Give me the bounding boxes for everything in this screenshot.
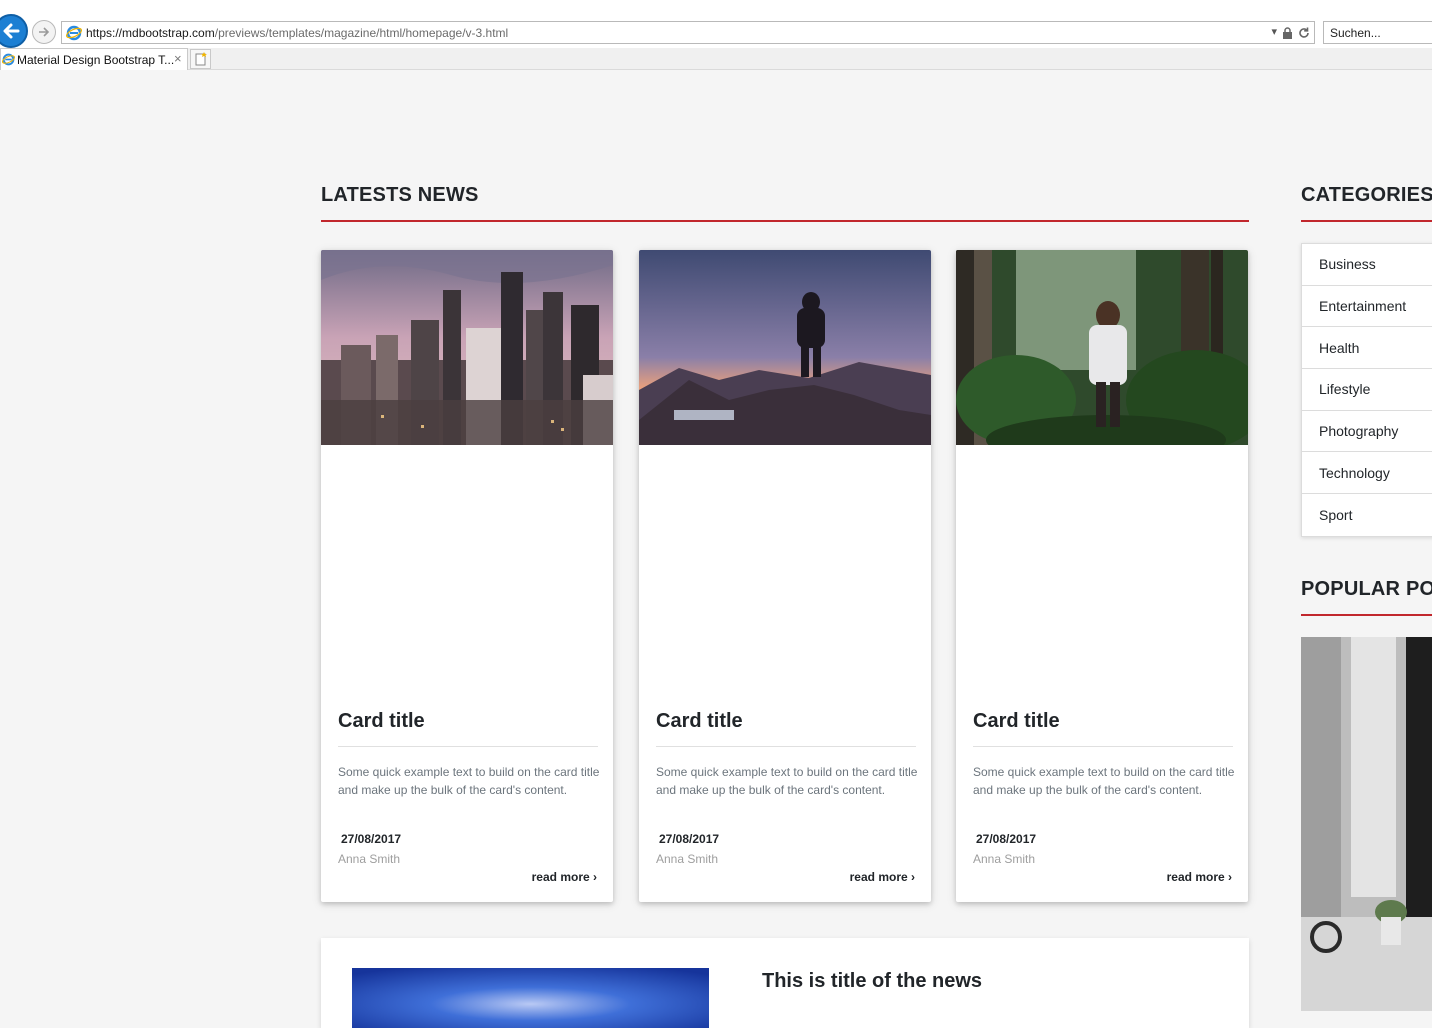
category-item-lifestyle[interactable]: Lifestyle (1302, 369, 1432, 411)
read-more-link[interactable]: read more › (850, 870, 915, 884)
category-item-technology[interactable]: Technology (1302, 452, 1432, 495)
category-item-sport[interactable]: Sport (1302, 494, 1432, 536)
dropdown-icon[interactable]: ▾ (1271, 26, 1277, 39)
news-card-2: Card title Some quick example text to bu… (639, 250, 931, 902)
browser-chrome: https://mdbootstrap.com/previews/templat… (0, 0, 1432, 70)
category-item-health[interactable]: Health (1302, 327, 1432, 370)
arrow-left-icon (3, 23, 20, 39)
card-title: Card title (973, 710, 1060, 732)
card-image-city[interactable] (321, 250, 613, 445)
card-divider (338, 746, 598, 747)
browser-tab-active[interactable]: Material Design Bootstrap T... × (0, 48, 188, 70)
card-date: 27/08/2017 (976, 832, 1037, 846)
browser-search-input[interactable] (1324, 22, 1432, 44)
card-text: Some quick example text to build on the … (338, 765, 600, 797)
new-tab-icon (195, 52, 207, 66)
card-image-mountain[interactable] (639, 250, 931, 445)
card-date: 27/08/2017 (341, 832, 402, 846)
refresh-icon[interactable] (1298, 27, 1310, 39)
ie-tab-icon (2, 53, 15, 66)
card-date: 27/08/2017 (659, 832, 720, 846)
featured-news-image[interactable] (352, 968, 709, 1028)
url-path: /previews/templates/magazine/html/homepa… (214, 26, 509, 40)
category-item-business[interactable]: Business (1302, 244, 1432, 286)
categories-rule (1301, 220, 1432, 222)
address-tools: ▾ (1271, 26, 1310, 39)
card-divider (656, 746, 916, 747)
ie-page-icon (66, 25, 82, 41)
arrow-right-icon (39, 27, 50, 37)
categories-heading: CATEGORIES (1301, 184, 1432, 206)
card-author: Anna Smith (338, 852, 401, 866)
news-card-1: Card title Some quick example text to bu… (321, 250, 613, 902)
tab-label: Material Design Bootstrap T... (17, 53, 175, 67)
popular-posts-rule (1301, 614, 1432, 616)
forward-button[interactable] (32, 20, 56, 44)
category-list: Business Entertainment Health Lifestyle … (1301, 243, 1432, 537)
read-more-link[interactable]: read more › (532, 870, 597, 884)
card-text: Some quick example text to build on the … (656, 765, 918, 797)
news-card-3: Card title Some quick example text to bu… (956, 250, 1248, 902)
popular-posts-heading: POPULAR POS (1301, 578, 1432, 600)
address-bar[interactable]: https://mdbootstrap.com/previews/templat… (61, 21, 1315, 44)
featured-news-panel: This is title of the news (321, 938, 1249, 1028)
card-image-forest[interactable] (956, 250, 1248, 445)
card-author: Anna Smith (973, 852, 1036, 866)
close-tab-icon[interactable]: × (174, 51, 182, 66)
latest-news-rule (321, 220, 1249, 222)
url-text[interactable]: https://mdbootstrap.com/previews/templat… (86, 26, 508, 40)
browser-search-box[interactable] (1323, 21, 1432, 44)
latest-news-heading: LATESTS NEWS (321, 184, 479, 206)
tab-bar: Material Design Bootstrap T... × (0, 48, 1432, 70)
card-divider (973, 746, 1233, 747)
category-item-entertainment[interactable]: Entertainment (1302, 286, 1432, 328)
card-author: Anna Smith (656, 852, 719, 866)
popular-post-image[interactable] (1301, 637, 1432, 1011)
card-title: Card title (656, 710, 743, 732)
category-item-photography[interactable]: Photography (1302, 411, 1432, 453)
featured-news-title[interactable]: This is title of the news (762, 970, 982, 993)
lock-icon[interactable] (1282, 26, 1293, 39)
card-title: Card title (338, 710, 425, 732)
card-text: Some quick example text to build on the … (973, 765, 1235, 797)
url-host: https://mdbootstrap.com (86, 26, 215, 40)
new-tab-button[interactable] (190, 49, 211, 69)
back-button[interactable] (0, 14, 28, 48)
read-more-link[interactable]: read more › (1167, 870, 1232, 884)
